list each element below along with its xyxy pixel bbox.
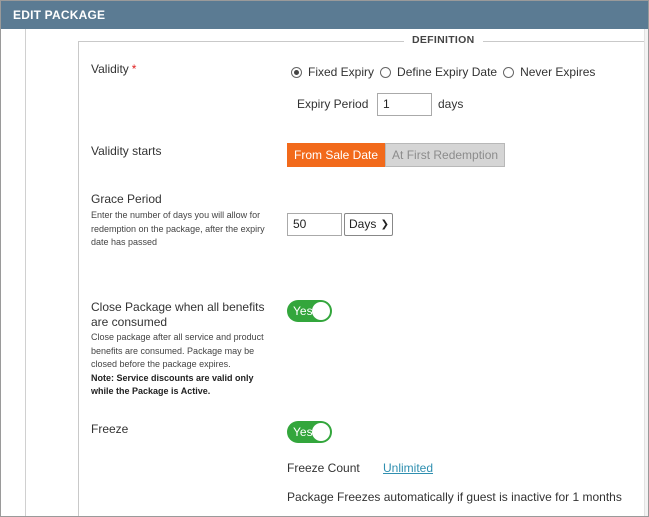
close-package-toggle-label: Yes — [293, 304, 313, 318]
freeze-toggle[interactable]: Yes — [287, 421, 332, 443]
close-package-help: Close package after all service and prod… — [91, 331, 276, 399]
radio-never-expires-label: Never Expires — [520, 65, 596, 79]
freeze-toggle-label: Yes — [293, 425, 313, 439]
at-first-redemption-button[interactable]: At First Redemption — [385, 143, 506, 167]
grace-period-label: Grace Period — [91, 192, 162, 206]
freeze-auto-note: Package Freezes automatically if guest i… — [287, 490, 622, 504]
expiry-period-input[interactable]: 1 — [377, 93, 432, 116]
close-package-toggle[interactable]: Yes — [287, 300, 332, 322]
close-package-label: Close Package when all benefits are cons… — [91, 300, 265, 329]
radio-unselected-icon — [380, 66, 392, 78]
from-sale-date-button[interactable]: From Sale Date — [287, 143, 386, 167]
validity-label-text: Validity — [91, 62, 129, 76]
grace-period-help: Enter the number of days you will allow … — [91, 210, 265, 247]
validity-starts-segmented-control: From Sale Date At First Redemption — [287, 143, 506, 167]
edit-package-window: EDIT PACKAGE DEFINITION Validity * Fixed … — [0, 0, 649, 517]
expiry-period-label: Expiry Period — [297, 97, 369, 111]
chevron-down-icon: ❯ — [380, 219, 389, 230]
radio-fixed-expiry[interactable]: Fixed Expiry — [291, 65, 374, 79]
container-border — [25, 29, 26, 516]
radio-define-expiry-date-label: Define Expiry Date — [397, 65, 498, 79]
radio-never-expires[interactable]: Never Expires — [503, 65, 595, 79]
toggle-knob — [312, 302, 330, 320]
validity-starts-label: Validity starts — [91, 144, 162, 158]
radio-define-expiry-date[interactable]: Define Expiry Date — [380, 65, 497, 79]
radio-fixed-expiry-label: Fixed Expiry — [308, 65, 375, 79]
freeze-label: Freeze — [91, 422, 129, 436]
required-asterisk: * — [131, 62, 137, 76]
toggle-knob — [312, 423, 330, 441]
expiry-period-unit: days — [438, 97, 464, 111]
close-package-note: Note: Service discounts are valid only w… — [91, 372, 254, 397]
definition-fieldset — [78, 41, 648, 516]
panel-header: EDIT PACKAGE — [1, 1, 648, 29]
radio-unselected-icon — [503, 66, 515, 78]
definition-legend: DEFINITION — [404, 34, 483, 46]
grace-period-unit-select[interactable]: Days ❯ — [344, 213, 393, 236]
grace-period-input[interactable]: 50 — [287, 213, 342, 236]
freeze-count-link[interactable]: Unlimited — [383, 461, 433, 475]
freeze-count-label: Freeze Count — [287, 461, 360, 475]
grace-period-unit-value: Days — [349, 217, 377, 231]
close-package-help-text: Close package after all service and prod… — [91, 332, 264, 369]
radio-selected-icon — [291, 66, 302, 78]
validity-radio-group: Fixed Expiry Define Expiry Date Never Ex… — [291, 65, 601, 79]
validity-label: Validity * — [91, 62, 136, 76]
scrollbar[interactable] — [644, 29, 648, 516]
